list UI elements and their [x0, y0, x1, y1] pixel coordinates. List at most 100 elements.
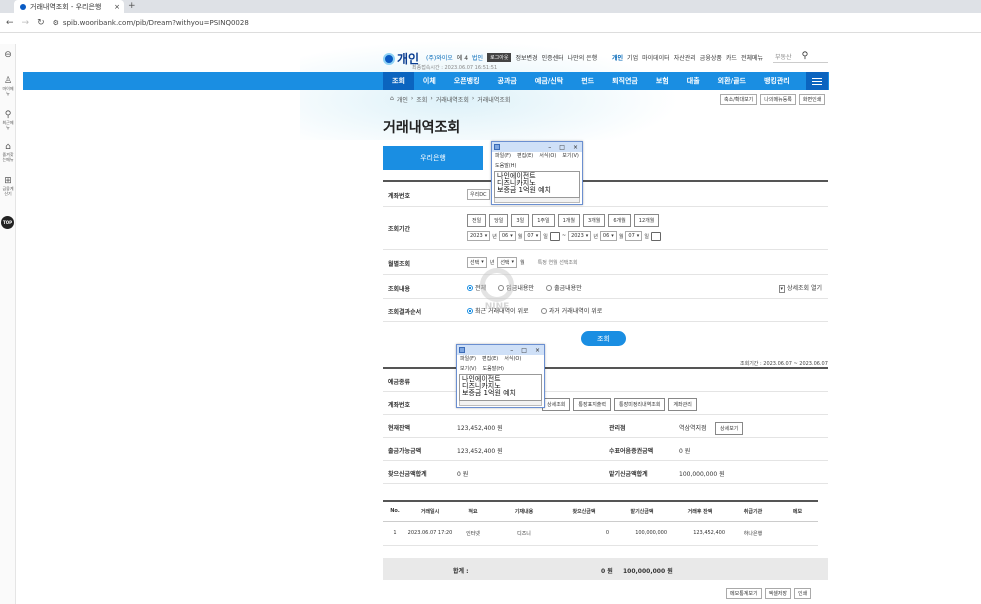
hamburger-menu-icon[interactable] — [806, 72, 828, 90]
site-info-icon[interactable]: ⚙ — [53, 19, 59, 27]
browser-tab[interactable]: 거래내역조회 - 우리은행 × — [14, 0, 124, 13]
from-year-select[interactable]: 2023 ▾ — [467, 231, 491, 241]
period-3month-button[interactable]: 3개월 — [582, 214, 606, 227]
close-icon[interactable]: × — [535, 347, 540, 354]
notepad-window[interactable]: – □ × 파일(F) 편집(E) 서식(O) 보기(V) 도움말(H) 나인에… — [491, 141, 583, 205]
reload-icon[interactable]: ↻ — [37, 18, 45, 28]
link-my-bank[interactable]: 나만의 은행 — [568, 53, 598, 62]
sidebar-my-menu[interactable]: ♙ 마이메뉴 — [1, 76, 15, 96]
gnb-personal[interactable]: 개인 — [612, 53, 623, 62]
radio-withdraw-only[interactable]: 출금내용만 — [546, 283, 582, 292]
to-year-select[interactable]: 2023 ▾ — [568, 231, 592, 241]
nav-bills[interactable]: 공과금 — [489, 72, 526, 90]
notepad-text-area[interactable]: 나인에이전트 디즈니카지노 보증금 1억원 예치 — [459, 374, 542, 401]
gnb-card[interactable]: 카드 — [726, 53, 737, 62]
from-day-select[interactable]: 07 ▾ — [524, 231, 542, 241]
unsettled-history-button[interactable]: 통장미정리내역조회 — [614, 398, 666, 411]
tab-woori-bank[interactable]: 우리은행 — [383, 146, 483, 170]
link-info-change[interactable]: 정보변경 — [515, 53, 537, 62]
home-icon[interactable]: ⌂ — [390, 95, 394, 104]
notepad-scrollbar[interactable] — [494, 198, 580, 203]
search-input[interactable]: 부동산 — [775, 52, 792, 61]
account-select[interactable]: 우리DC — [467, 189, 490, 200]
branch-detail-button[interactable]: 상세보기 — [715, 422, 744, 435]
notepad-scrollbar[interactable] — [459, 401, 542, 406]
period-1week-button[interactable]: 1주일 — [532, 214, 555, 227]
site-search[interactable]: 부동산 ⚲ — [773, 50, 828, 63]
print-button[interactable]: 인쇄 — [794, 588, 812, 599]
monthly-year-select[interactable]: 선택 ▾ — [467, 257, 487, 268]
radio-oldest-first[interactable]: 과거 거래내역이 위로 — [540, 306, 602, 315]
menu-file[interactable]: 파일(F) — [460, 356, 476, 363]
menu-help[interactable]: 도움말(H) — [483, 366, 504, 373]
notepad-window[interactable]: – □ × 파일(F) 편집(E) 서식(O) 보기(V) 도움말(H) 나인에… — [456, 344, 545, 408]
gnb-business[interactable]: 기업 — [627, 53, 638, 62]
crumb-inquiry[interactable]: 조회 — [416, 95, 427, 104]
add-my-menu-button[interactable]: 나의메뉴등록 — [760, 94, 796, 105]
period-prev-day-button[interactable]: 전일 — [467, 214, 487, 227]
menu-file[interactable]: 파일(F) — [495, 153, 511, 160]
maximize-icon[interactable]: □ — [559, 144, 565, 151]
period-1month-button[interactable]: 1개월 — [557, 214, 580, 227]
notepad-titlebar[interactable]: – □ × — [457, 345, 544, 355]
minimize-icon[interactable]: – — [510, 347, 513, 354]
notepad-text-area[interactable]: 나인에이전트 디즈니카지노 보증금 1억원 예치 — [494, 171, 580, 198]
nav-pension[interactable]: 퇴직연금 — [603, 72, 647, 90]
search-icon[interactable]: ⚲ — [802, 51, 809, 61]
maximize-icon[interactable]: □ — [521, 347, 527, 354]
crumb-history[interactable]: 거래내역조회 — [436, 95, 469, 104]
nav-inquiry[interactable]: 조회 — [383, 72, 414, 90]
nav-fx-gold[interactable]: 외환/골드 — [709, 72, 755, 90]
link-cert-center[interactable]: 인증센터 — [542, 53, 564, 62]
calendar-icon[interactable] — [650, 231, 661, 241]
nav-transfer[interactable]: 이체 — [414, 72, 445, 90]
forward-icon[interactable]: → — [22, 18, 30, 28]
print-screen-button[interactable]: 화면인쇄 — [798, 94, 826, 105]
menu-format[interactable]: 서식(O) — [539, 153, 556, 160]
back-icon[interactable]: ← — [6, 18, 14, 28]
new-tab-button[interactable]: + — [128, 1, 136, 11]
zoom-button[interactable]: 축소/확대보기 — [720, 94, 758, 105]
gnb-products[interactable]: 금융상품 — [700, 53, 722, 62]
url-field[interactable]: ⚙ spib.wooribank.com/pib/Dream?withyou=P… — [53, 19, 249, 27]
sidebar-calculator[interactable]: ⊞ 금융계산기 — [1, 176, 15, 196]
menu-help[interactable]: 도움말(H) — [495, 163, 516, 170]
menu-format[interactable]: 서식(O) — [504, 356, 521, 363]
sidebar-recent[interactable]: ⚲ 최근메뉴 — [1, 110, 15, 130]
gnb-mydata[interactable]: 마이데이터 — [642, 53, 670, 62]
minimize-icon[interactable]: – — [548, 144, 551, 151]
menu-edit[interactable]: 편집(E) — [517, 153, 533, 160]
logout-button[interactable]: 로그아웃 — [487, 53, 512, 62]
memo-stats-button[interactable]: 메모통계보기 — [726, 588, 762, 599]
period-today-button[interactable]: 당일 — [489, 214, 509, 227]
excel-save-button[interactable]: 엑셀저장 — [764, 588, 792, 599]
top-button[interactable]: TOP — [1, 216, 14, 229]
menu-edit[interactable]: 편집(E) — [482, 356, 498, 363]
nav-fund[interactable]: 펀드 — [572, 72, 603, 90]
nav-banking-mgmt[interactable]: 뱅킹관리 — [755, 72, 799, 90]
calendar-icon[interactable] — [549, 231, 560, 241]
gnb-asset[interactable]: 자산관리 — [674, 53, 696, 62]
detail-inquiry-button[interactable]: 상세조회 — [542, 398, 571, 411]
query-button[interactable]: 조회 — [581, 331, 626, 346]
menu-view[interactable]: 보기(V) — [562, 153, 579, 160]
nav-deposit[interactable]: 예금/신탁 — [526, 72, 572, 90]
close-tab-icon[interactable]: × — [114, 3, 120, 11]
period-6month-button[interactable]: 6개월 — [608, 214, 631, 227]
passbook-cover-button[interactable]: 통장표지출력 — [573, 398, 612, 411]
nav-openbanking[interactable]: 오픈뱅킹 — [445, 72, 489, 90]
to-day-select[interactable]: 07 ▾ — [625, 231, 643, 241]
gnb-all-menu[interactable]: 전체메뉴 — [741, 53, 763, 62]
notepad-titlebar[interactable]: – □ × — [492, 142, 582, 152]
account-manage-button[interactable]: 계좌관리 — [668, 398, 697, 411]
sidebar-menu[interactable]: ⊖ — [1, 50, 15, 60]
crumb-personal[interactable]: 개인 — [397, 95, 408, 104]
period-12month-button[interactable]: 12개월 — [633, 214, 660, 227]
cell-memo[interactable] — [777, 521, 818, 546]
sidebar-favorites[interactable]: ⌂ 즐겨찾는메뉴 — [1, 142, 15, 162]
to-month-select[interactable]: 06 ▾ — [599, 231, 617, 241]
close-icon[interactable]: × — [573, 144, 578, 151]
nav-loan[interactable]: 대출 — [678, 72, 709, 90]
nav-insurance[interactable]: 보험 — [647, 72, 678, 90]
monthly-month-select[interactable]: 선택 ▾ — [497, 257, 518, 268]
